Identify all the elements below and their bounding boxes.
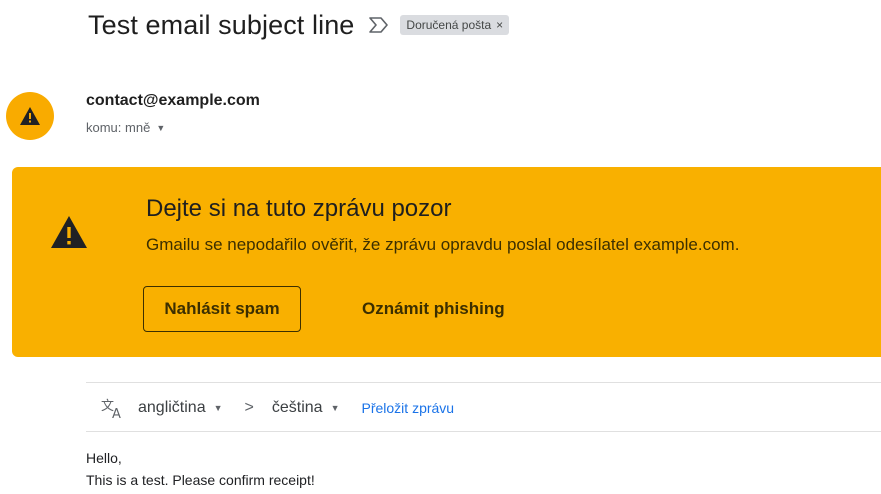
- recipient-label: komu: mně: [86, 120, 151, 135]
- target-language-dropdown[interactable]: čeština ▼: [272, 399, 340, 417]
- label-remove-icon[interactable]: ×: [496, 18, 503, 32]
- sender-avatar[interactable]: [6, 92, 54, 140]
- recipient-details[interactable]: komu: mně ▼: [86, 120, 165, 135]
- source-language-label: angličtina: [138, 399, 206, 416]
- divider: [86, 382, 881, 383]
- translate-message-link[interactable]: Přeložit zprávu: [362, 400, 455, 416]
- subject-row: Test email subject line Doručená pošta ×: [88, 6, 510, 44]
- target-language-label: čeština: [271, 399, 323, 416]
- inbox-label-chip[interactable]: Doručená pošta ×: [400, 15, 510, 35]
- importance-marker-icon[interactable]: [368, 16, 390, 34]
- warning-banner: Dejte si na tuto zprávu pozor Gmailu se …: [12, 167, 881, 357]
- chevron-down-icon: ▼: [213, 403, 223, 413]
- email-body-line: Hello,: [86, 450, 122, 466]
- email-body-line: This is a test. Please confirm receipt!: [86, 472, 315, 488]
- arrow-right-icon: >: [244, 399, 254, 416]
- source-language-dropdown[interactable]: angličtina ▼: [138, 399, 223, 417]
- sender-email[interactable]: contact@example.com: [86, 92, 260, 110]
- svg-text:A: A: [112, 407, 121, 419]
- warning-triangle-icon: [20, 107, 40, 125]
- warning-title: Dejte si na tuto zprávu pozor: [146, 195, 452, 222]
- report-phishing-button[interactable]: Oznámit phishing: [362, 286, 505, 332]
- chevron-down-icon: ▼: [330, 403, 340, 413]
- warning-triangle-icon: [49, 214, 89, 250]
- email-subject: Test email subject line: [88, 9, 355, 40]
- divider: [86, 431, 881, 432]
- report-spam-button[interactable]: Nahlásit spam: [143, 286, 301, 332]
- chevron-down-icon[interactable]: ▼: [156, 123, 165, 133]
- warning-text: Gmailu se nepodařilo ověřit, že zprávu o…: [146, 235, 740, 254]
- email-view: Test email subject line Doručená pošta ×…: [0, 0, 881, 494]
- label-chip-text: Doručená pošta: [406, 18, 492, 32]
- translate-icon: 文 A: [100, 397, 126, 422]
- translate-bar: 文 A angličtina ▼ > čeština ▼ Přeložit zp…: [100, 393, 454, 423]
